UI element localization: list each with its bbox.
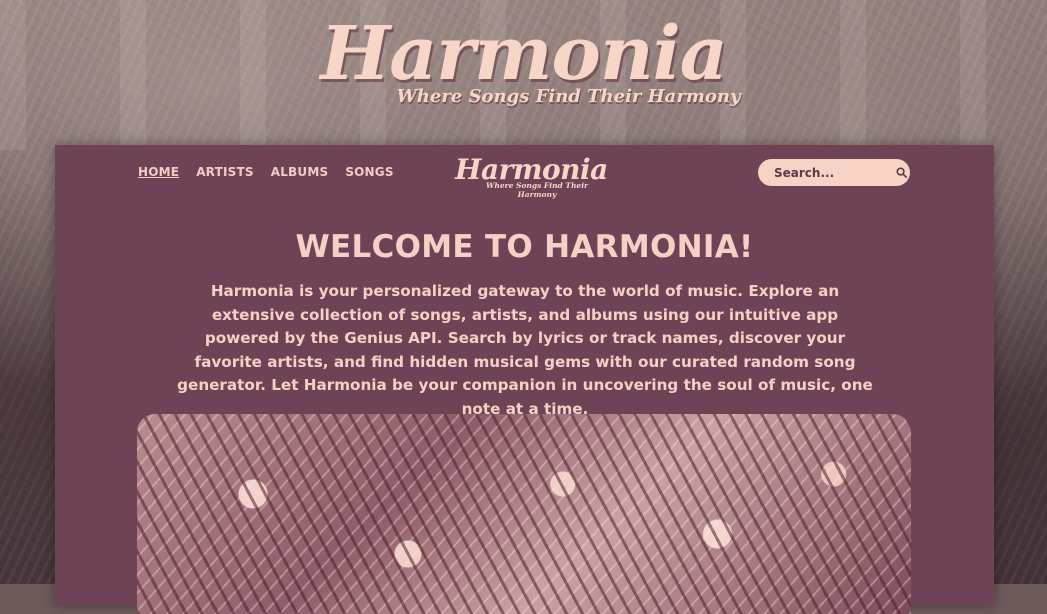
nav-item-albums[interactable]: ALBUMS: [271, 165, 329, 179]
nav-item-home[interactable]: HOME: [138, 165, 179, 179]
nav-item-artists[interactable]: ARTISTS: [196, 165, 254, 179]
search-bar: [758, 159, 910, 186]
header-logo[interactable]: Harmonia Where Songs Find Their Harmony: [455, 155, 608, 200]
main-nav: HOME ARTISTS ALBUMS SONGS: [138, 165, 394, 179]
intro-text: Harmonia is your personalized gateway to…: [177, 282, 873, 418]
main-panel: HOME ARTISTS ALBUMS SONGS Harmonia Where…: [55, 145, 994, 614]
search-icon: [895, 167, 907, 178]
page-title: WELCOME TO HARMONIA!: [295, 229, 754, 265]
search-input[interactable]: [772, 160, 888, 185]
search-button[interactable]: [892, 163, 910, 183]
nav-item-songs[interactable]: SONGS: [345, 165, 393, 179]
hero-logo-tagline: Where Songs Find Their Harmony: [396, 86, 741, 107]
orchestra-image: [137, 414, 911, 614]
hero-logo: Harmonia Where Songs Find Their Harmony: [0, 14, 1047, 107]
hero-logo-title: Harmonia: [320, 11, 727, 97]
